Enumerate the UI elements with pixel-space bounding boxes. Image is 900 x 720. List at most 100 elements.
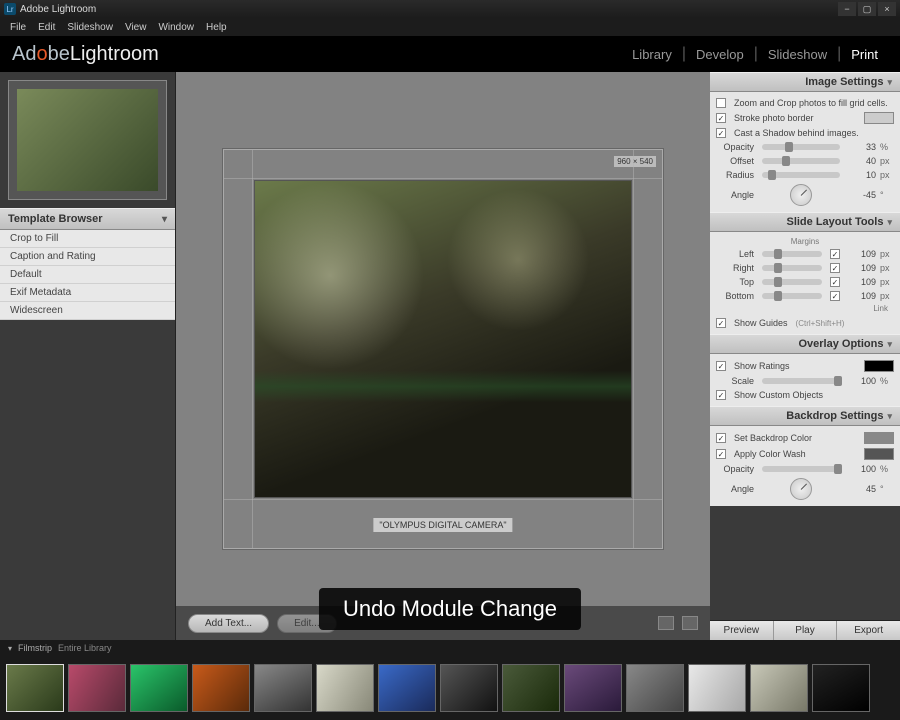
stroke-color-swatch[interactable] [864,112,894,124]
opacity-slider[interactable] [762,144,840,150]
filmstrip-thumb[interactable] [316,664,374,712]
brand-product: Lightroom [70,43,159,65]
shadow-checkbox[interactable] [716,128,726,138]
filmstrip-thumb[interactable] [502,664,560,712]
margin-top-slider[interactable] [762,279,822,285]
panel-image-settings: Zoom and Crop photos to fill grid cells.… [710,92,900,212]
close-button[interactable]: × [878,2,896,16]
show-ratings-checkbox[interactable] [716,361,726,371]
margin-right-value: 109 [848,263,876,273]
menu-edit[interactable]: Edit [32,20,61,35]
backdrop-color-label: Set Backdrop Color [734,433,860,443]
template-item[interactable]: Widescreen [0,302,175,320]
panel-backdrop-header[interactable]: Backdrop Settings ▾ [710,406,900,426]
ratings-color-swatch[interactable] [864,360,894,372]
panel-slide-layout: Margins Left109px Right109px Top109px Bo… [710,232,900,334]
menu-view[interactable]: View [119,20,153,35]
color-wash-checkbox[interactable] [716,449,726,459]
app-icon: Lr [4,3,16,15]
backdrop-angle-dial[interactable] [790,478,812,500]
filmstrip-thumb[interactable] [378,664,436,712]
margin-left-link-checkbox[interactable] [830,249,840,259]
chevron-down-icon: ▾ [887,77,892,88]
angle-dial[interactable] [790,184,812,206]
filmstrip-thumb[interactable] [440,664,498,712]
template-item[interactable]: Crop to Fill [0,230,175,248]
menu-window[interactable]: Window [152,20,200,35]
filmstrip-thumb[interactable] [254,664,312,712]
filmstrip-thumb[interactable] [68,664,126,712]
filmstrip-thumb[interactable] [192,664,250,712]
radius-slider[interactable] [762,172,840,178]
menu-help[interactable]: Help [200,20,233,35]
menu-slideshow[interactable]: Slideshow [61,20,119,35]
zoom-crop-checkbox[interactable] [716,98,726,108]
backdrop-color-checkbox[interactable] [716,433,726,443]
template-browser-header[interactable]: Template Browser ▾ [0,208,175,230]
panel-overlay-header[interactable]: Overlay Options ▾ [710,334,900,354]
filmstrip-thumb[interactable] [6,664,64,712]
margin-left-value: 109 [848,249,876,259]
maximize-button[interactable]: ▢ [858,2,876,16]
module-print[interactable]: Print [841,47,888,62]
filmstrip-label: Filmstrip [18,643,52,653]
margin-top-unit: px [880,277,894,287]
show-custom-checkbox[interactable] [716,390,726,400]
margin-top-link-checkbox[interactable] [830,277,840,287]
angle-unit: ° [880,190,894,200]
navigator-preview[interactable] [8,80,167,200]
panel-image-settings-header[interactable]: Image Settings ▾ [710,72,900,92]
template-item[interactable]: Default [0,266,175,284]
filmstrip-thumb[interactable] [564,664,622,712]
export-button[interactable]: Export [837,621,900,640]
filmstrip-thumb[interactable] [130,664,188,712]
show-ratings-label: Show Ratings [734,361,860,371]
margin-right-unit: px [880,263,894,273]
menu-file[interactable]: File [4,20,32,35]
show-custom-label: Show Custom Objects [734,390,823,400]
show-guides-label: Show Guides [734,318,788,328]
slide-frame[interactable]: 960 × 540 "OLYMPUS DIGITAL CAMERA" [223,149,663,549]
minimize-button[interactable]: − [838,2,856,16]
module-library[interactable]: Library [622,47,682,62]
add-text-button[interactable]: Add Text... [188,614,269,633]
scale-unit: % [880,376,894,386]
backdrop-opacity-unit: % [880,464,894,474]
margin-left-slider[interactable] [762,251,822,257]
filmstrip-thumb[interactable] [626,664,684,712]
template-item[interactable]: Exif Metadata [0,284,175,302]
edit-button[interactable]: Edit... [277,614,337,633]
filmstrip-thumb[interactable] [812,664,870,712]
filmstrip-thumb[interactable] [750,664,808,712]
show-guides-checkbox[interactable] [716,318,726,328]
module-slideshow[interactable]: Slideshow [758,47,837,62]
margin-bottom-slider[interactable] [762,293,822,299]
guide-horizontal [224,499,662,500]
stroke-checkbox[interactable] [716,113,726,123]
filmstrip-thumb[interactable] [688,664,746,712]
chevron-down-icon[interactable]: ▾ [8,644,12,653]
panel-slide-layout-header[interactable]: Slide Layout Tools ▾ [710,212,900,232]
zoom-crop-label: Zoom and Crop photos to fill grid cells. [734,98,894,108]
offset-value: 40 [848,156,876,166]
offset-slider[interactable] [762,158,840,164]
view-grid-icon[interactable] [658,616,674,630]
backdrop-color-swatch[interactable] [864,432,894,444]
margin-top-value: 109 [848,277,876,287]
view-single-icon[interactable] [682,616,698,630]
margin-right-link-checkbox[interactable] [830,263,840,273]
play-button[interactable]: Play [774,621,838,640]
margin-right-slider[interactable] [762,265,822,271]
color-wash-swatch[interactable] [864,448,894,460]
scale-slider[interactable] [762,378,840,384]
preview-button[interactable]: Preview [710,621,774,640]
module-develop[interactable]: Develop [686,47,754,62]
template-item[interactable]: Caption and Rating [0,248,175,266]
brand-pre: Ad [12,43,36,65]
backdrop-opacity-slider[interactable] [762,466,840,472]
offset-unit: px [880,156,894,166]
margin-bottom-link-checkbox[interactable] [830,291,840,301]
slide-photo[interactable] [254,180,632,498]
filmstrip[interactable] [0,656,900,720]
angle-label: Angle [716,190,754,200]
